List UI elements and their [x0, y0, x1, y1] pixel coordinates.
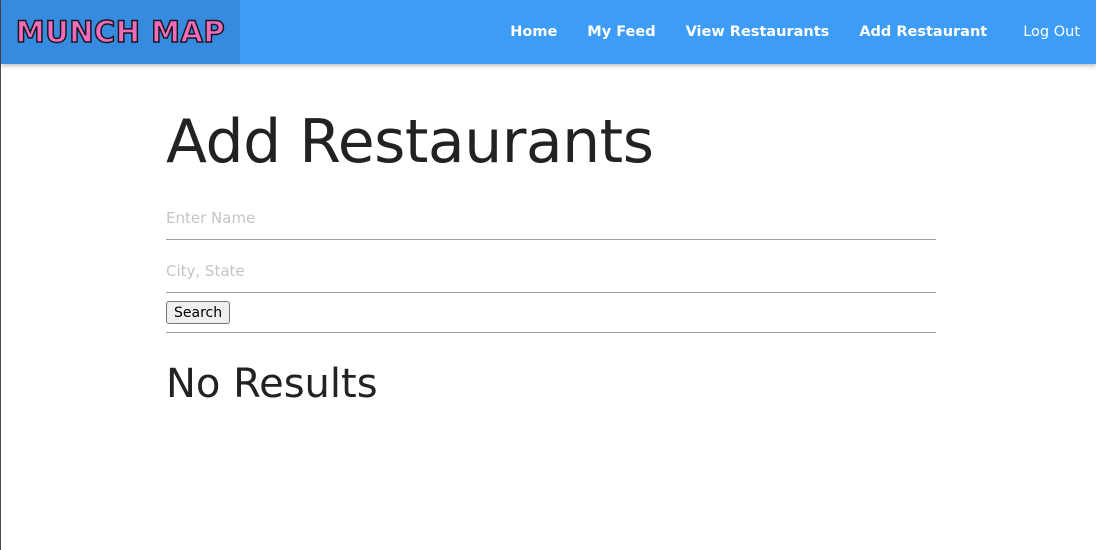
results-status-text: No Results: [166, 361, 378, 407]
nav-link-home[interactable]: Home: [510, 24, 557, 40]
page: MUNCH MAP Home My Feed View Restaurants …: [0, 0, 1096, 550]
search-button[interactable]: Search: [166, 301, 231, 324]
page-title: Add Restaurants: [166, 107, 654, 177]
nav-link-add-restaurant[interactable]: Add Restaurant: [859, 24, 987, 40]
restaurant-name-input[interactable]: [166, 196, 936, 240]
nav-links: Home My Feed View Restaurants Add Restau…: [510, 0, 1080, 64]
nav-link-my-feed[interactable]: My Feed: [587, 24, 655, 40]
nav-link-view-restaurants[interactable]: View Restaurants: [686, 24, 830, 40]
city-state-input[interactable]: [166, 249, 936, 293]
top-navbar: MUNCH MAP Home My Feed View Restaurants …: [1, 0, 1096, 64]
brand-logo-link[interactable]: MUNCH MAP: [1, 0, 240, 64]
search-row: Search: [166, 300, 936, 333]
brand-logo-text: MUNCH MAP: [15, 14, 226, 50]
nav-link-log-out[interactable]: Log Out: [1023, 24, 1080, 40]
